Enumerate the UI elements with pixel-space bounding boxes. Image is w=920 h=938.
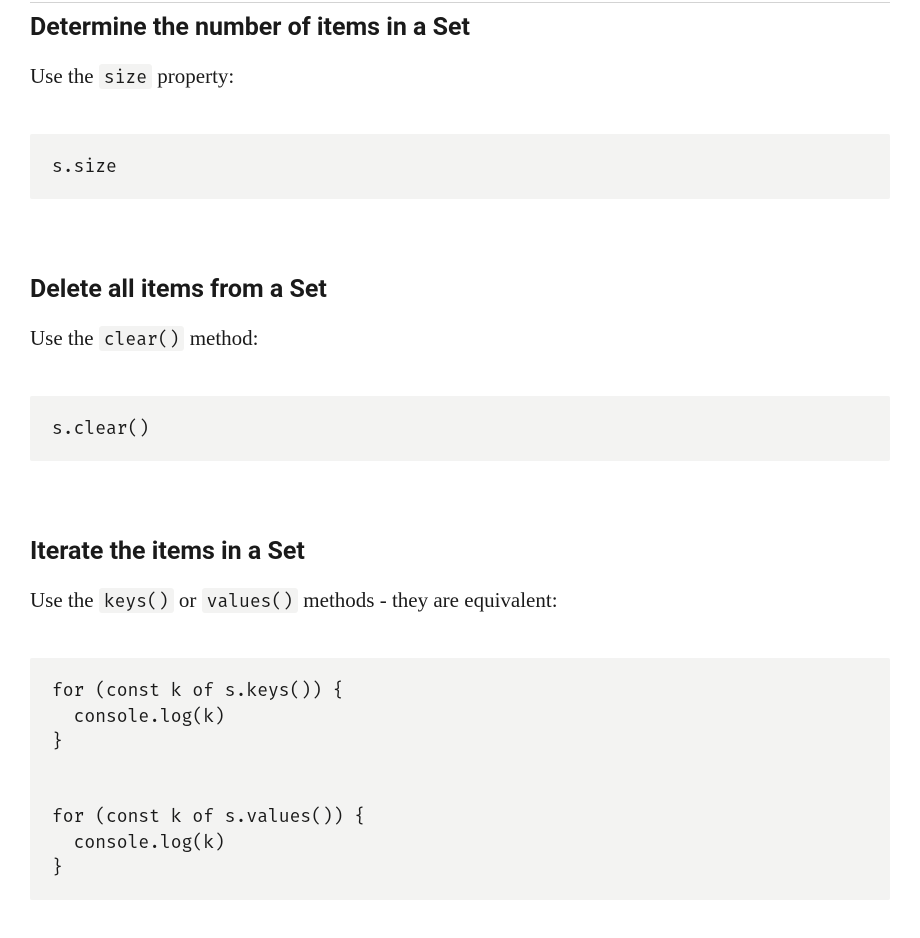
intro-text: methods - they are equivalent: [298, 588, 558, 612]
intro-text: property: [152, 64, 234, 88]
intro-text: or [174, 588, 202, 612]
inline-code-clear: clear() [99, 326, 185, 351]
section-intro-size: Use the size property: [30, 61, 890, 93]
intro-text: Use the [30, 326, 99, 350]
inline-code-keys: keys() [99, 588, 174, 613]
section-intro-clear: Use the clear() method: [30, 323, 890, 355]
document-page: Determine the number of items in a Set U… [0, 2, 920, 930]
intro-text: method: [184, 326, 258, 350]
inline-code-values: values() [202, 588, 298, 613]
code-block-size: s.size [30, 134, 890, 199]
inline-code-size: size [99, 64, 152, 89]
code-block-clear: s.clear() [30, 396, 890, 461]
section-intro-iterate: Use the keys() or values() methods - the… [30, 585, 890, 617]
code-block-iterate: for (const k of s.keys()) { console.log(… [30, 658, 890, 900]
intro-text: Use the [30, 588, 99, 612]
top-border [30, 2, 890, 3]
section-heading-clear: Delete all items from a Set [30, 271, 890, 309]
intro-text: Use the [30, 64, 99, 88]
section-heading-iterate: Iterate the items in a Set [30, 533, 890, 571]
section-heading-size: Determine the number of items in a Set [30, 5, 890, 47]
